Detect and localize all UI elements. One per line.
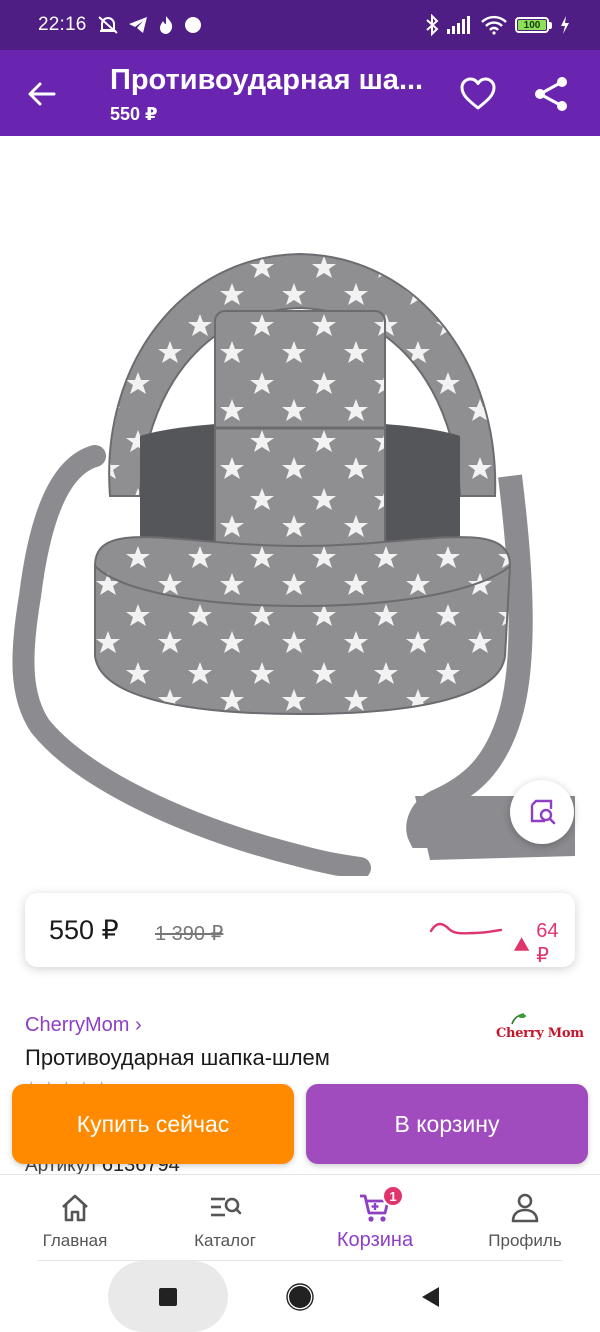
- nav-item-cart[interactable]: 1 Корзина: [300, 1175, 450, 1261]
- catalog-search-icon: [211, 1197, 242, 1217]
- price-change: 64 ₽: [513, 920, 575, 968]
- notification-dot-icon: [184, 17, 201, 33]
- nav-label-cart: Корзина: [336, 1229, 414, 1251]
- system-back-button[interactable]: [400, 1261, 460, 1332]
- add-to-cart-button[interactable]: В корзину: [306, 1084, 588, 1164]
- price-change-value: 64 ₽: [536, 920, 559, 967]
- battery-icon: 100: [515, 17, 552, 33]
- product-name: Противоударная шапка-шлем: [25, 1045, 330, 1070]
- current-price: 550 ₽: [49, 915, 119, 945]
- nav-item-profile[interactable]: Профиль: [450, 1175, 600, 1261]
- status-bar: 22:16 100: [0, 0, 600, 50]
- bottom-nav: Главная Каталог 1 Корзина Профиль: [0, 1174, 600, 1260]
- buy-now-button[interactable]: Купить сейчас: [12, 1084, 294, 1164]
- home-button[interactable]: [270, 1261, 330, 1332]
- product-page: 22:16 100 Противоударная ша... 550 ₽ 550…: [0, 0, 600, 1332]
- status-left-icons: [97, 15, 202, 35]
- image-search-button[interactable]: [510, 780, 574, 844]
- profile-icon: [511, 1193, 539, 1223]
- share-icon[interactable]: [532, 74, 572, 114]
- status-time: 22:16: [38, 14, 87, 35]
- nav-label-profile: Профиль: [488, 1231, 562, 1250]
- system-nav-bar: [0, 1261, 600, 1332]
- old-price: 1 390 ₽: [155, 923, 224, 945]
- bluetooth-icon: [426, 14, 439, 36]
- cherry-icon: [511, 1013, 526, 1025]
- cart-count-badge: 1: [382, 1185, 404, 1207]
- back-triangle-icon: [422, 1286, 439, 1307]
- circle-icon: [286, 1282, 314, 1311]
- nav-item-home[interactable]: Главная: [0, 1175, 150, 1261]
- favorite-heart-icon[interactable]: [458, 74, 498, 114]
- header-price: 550 ₽: [110, 104, 158, 124]
- recent-apps-button[interactable]: [108, 1261, 228, 1332]
- page-title: Противоударная ша...: [110, 64, 424, 96]
- status-right-icons: 100: [425, 14, 570, 36]
- charging-icon: [561, 16, 569, 34]
- back-arrow-icon[interactable]: [24, 76, 60, 112]
- alarm-off-icon: [97, 16, 118, 34]
- product-image: [12, 252, 575, 879]
- nav-label-catalog: Каталог: [194, 1231, 256, 1250]
- fire-icon: [159, 16, 172, 34]
- price-history-sparkline: [429, 922, 503, 935]
- battery-level: 100: [518, 20, 546, 31]
- wifi-icon: [481, 15, 507, 35]
- image-search-icon: [530, 799, 556, 825]
- product-image-gallery[interactable]: [0, 136, 600, 879]
- nav-item-catalog[interactable]: Каталог: [150, 1175, 300, 1261]
- home-icon: [62, 1194, 88, 1222]
- up-triangle-icon: [513, 937, 530, 951]
- telegram-icon: [128, 17, 147, 33]
- price-card[interactable]: 550 ₽ 1 390 ₽ 64 ₽: [25, 893, 575, 967]
- square-icon: [159, 1287, 177, 1306]
- signal-icon: [447, 16, 470, 34]
- nav-label-home: Главная: [42, 1231, 108, 1250]
- cart-icon-wrap: 1: [358, 1185, 404, 1225]
- brand-logo-text: Cherry Mom: [496, 1026, 584, 1041]
- brand-link[interactable]: CherryMom ›: [25, 1014, 142, 1037]
- app-bar: Противоударная ша... 550 ₽: [0, 50, 600, 136]
- brand-logo[interactable]: Cherry Mom: [494, 1012, 584, 1048]
